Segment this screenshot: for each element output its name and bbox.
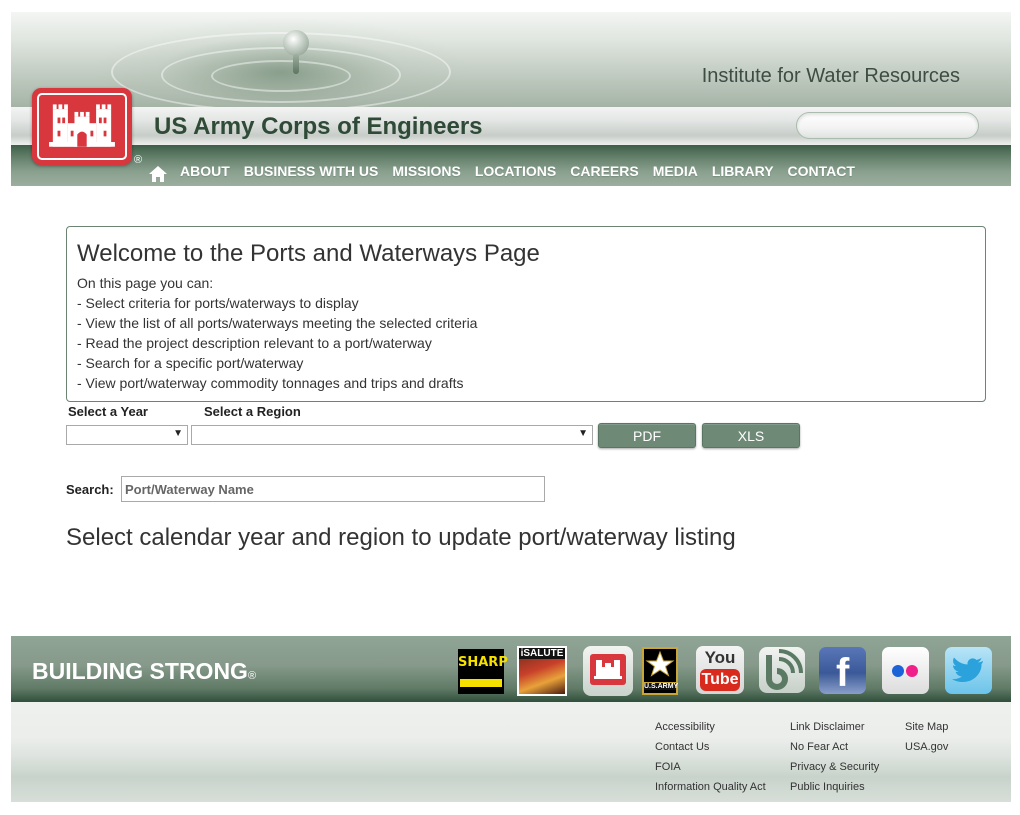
site-search-input[interactable] (796, 112, 979, 139)
nav-contact[interactable]: CONTACT (788, 163, 855, 179)
water-drop-banner: Institute for Water Resources (11, 12, 1011, 112)
blog-icon[interactable] (759, 647, 805, 693)
agency-name[interactable]: US Army Corps of Engineers (154, 113, 483, 141)
welcome-intro: On this page you can: (77, 275, 214, 291)
welcome-panel: Welcome to the Ports and Waterways Page … (66, 226, 986, 402)
usace-castle-icon[interactable] (583, 646, 633, 696)
facebook-icon[interactable]: f (819, 647, 866, 695)
sharp-icon[interactable]: SHARP (458, 649, 508, 694)
site-header: Institute for Water Resources US Army Co… (11, 12, 1011, 186)
footer-slogan: BUILDING STRONG® (32, 658, 257, 684)
nav-media[interactable]: MEDIA (653, 163, 698, 179)
castle-icon (49, 104, 115, 147)
registered-mark: ® (134, 154, 143, 166)
us-army-icon[interactable]: U.S.ARMY (642, 647, 678, 695)
footer-link-privacy-security[interactable]: Privacy & Security (790, 761, 879, 773)
page-title: Welcome to the Ports and Waterways Page (77, 240, 540, 267)
region-select[interactable]: ▼ (191, 425, 593, 445)
footer-link-contact-us[interactable]: Contact Us (655, 741, 709, 753)
nav-careers[interactable]: CAREERS (570, 163, 638, 179)
footer-link-foia[interactable]: FOIA (655, 761, 681, 773)
nav-locations[interactable]: LOCATIONS (475, 163, 556, 179)
footer-link-no-fear-act[interactable]: No Fear Act (790, 741, 848, 753)
nav-about[interactable]: ABOUT (180, 163, 230, 179)
pdf-button[interactable]: PDF (598, 423, 696, 448)
nav-business-with-us[interactable]: BUSINESS WITH US (244, 163, 379, 179)
isalute-icon[interactable]: iSALUTE (517, 646, 567, 696)
region-label: Select a Region (204, 404, 301, 419)
chevron-down-icon: ▼ (173, 428, 183, 439)
flickr-icon[interactable] (882, 647, 929, 694)
usace-logo[interactable] (32, 88, 132, 165)
footer-link-link-disclaimer[interactable]: Link Disclaimer (790, 721, 865, 733)
welcome-item: - View the list of all ports/waterways m… (77, 315, 478, 331)
footer-link-information-quality-act[interactable]: Information Quality Act (655, 781, 766, 793)
water-drop-icon (283, 30, 309, 56)
main-nav: ABOUT BUSINESS WITH US MISSIONS LOCATION… (148, 158, 869, 184)
year-label: Select a Year (68, 404, 148, 419)
welcome-item: - Select criteria for ports/waterways to… (77, 295, 359, 311)
youtube-icon[interactable]: You Tube (696, 646, 744, 694)
port-search-input[interactable] (121, 476, 545, 502)
xls-button[interactable]: XLS (702, 423, 800, 448)
footer-link-accessibility[interactable]: Accessibility (655, 721, 715, 733)
twitter-icon[interactable] (945, 647, 992, 694)
welcome-item: - View port/waterway commodity tonnages … (77, 375, 464, 391)
year-select[interactable]: ▼ (66, 425, 188, 445)
welcome-item: - Read the project description relevant … (77, 335, 432, 351)
water-ripple-graphic (71, 12, 491, 112)
nav-missions[interactable]: MISSIONS (392, 163, 460, 179)
search-label: Search: (66, 482, 114, 497)
footer-link-public-inquiries[interactable]: Public Inquiries (790, 781, 865, 793)
home-icon[interactable] (148, 164, 168, 184)
institute-title: Institute for Water Resources (701, 65, 960, 87)
welcome-item: - Search for a specific port/waterway (77, 355, 304, 371)
chevron-down-icon: ▼ (578, 428, 588, 439)
status-message: Select calendar year and region to updat… (66, 524, 736, 551)
nav-library[interactable]: LIBRARY (712, 163, 774, 179)
footer-link-usa-gov[interactable]: USA.gov (905, 741, 948, 753)
footer-link-site-map[interactable]: Site Map (905, 721, 948, 733)
